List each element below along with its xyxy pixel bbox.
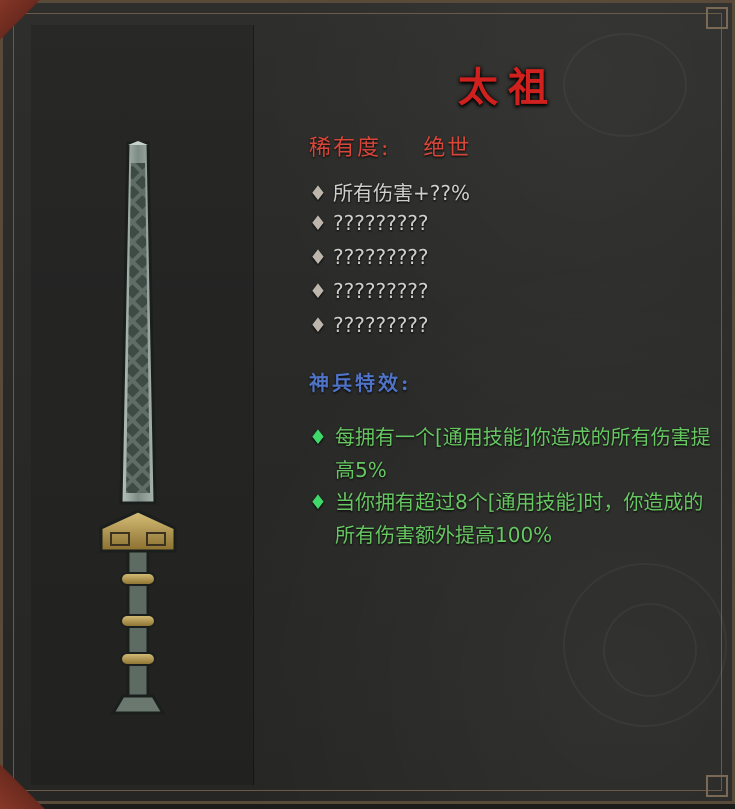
rarity-label: 稀有度:: [309, 136, 391, 161]
item-name: 太祖: [458, 64, 558, 111]
corner-ornament: [706, 7, 728, 29]
diamond-icon: ♦: [309, 425, 327, 449]
stat-line: ♦ 所有伤害+??%: [309, 177, 470, 206]
stat-text: ?????????: [333, 245, 429, 269]
rarity-row: 稀有度: 绝世: [309, 130, 471, 162]
rarity-value: 绝世: [423, 136, 472, 161]
stat-line: ♦?????????: [309, 313, 429, 337]
diamond-icon: ♦: [309, 313, 327, 337]
diamond-icon: ♦: [309, 181, 327, 205]
stat-line: ♦?????????: [309, 211, 429, 235]
corner-ornament: [706, 775, 728, 797]
diamond-icon: ♦: [309, 279, 327, 303]
item-detail-panel: 太祖 稀有度: 绝世 ♦ 所有伤害+??% ♦????????? ♦???????…: [0, 0, 735, 809]
cloud-pattern: [563, 33, 687, 137]
diamond-icon: ♦: [309, 490, 327, 514]
stat-text: 所有伤害+??%: [333, 181, 470, 205]
cloud-pattern: [603, 603, 697, 697]
stat-text: ?????????: [333, 279, 429, 303]
stat-line: ♦?????????: [309, 279, 429, 303]
sword-image: [99, 141, 177, 715]
stat-line: ♦?????????: [309, 245, 429, 269]
effects-title: 神兵特效:: [309, 371, 412, 395]
stat-text: ?????????: [333, 211, 429, 235]
effect-text: 当你拥有超过8个[通用技能]时，你造成的所有伤害额外提高100%: [335, 490, 704, 547]
effect-line: ♦ 每拥有一个[通用技能]你造成的所有伤害提高5%: [309, 421, 714, 487]
stat-text: ?????????: [333, 313, 429, 337]
effect-line: ♦ 当你拥有超过8个[通用技能]时，你造成的所有伤害额外提高100%: [309, 486, 714, 552]
diamond-icon: ♦: [309, 211, 327, 235]
diamond-icon: ♦: [309, 245, 327, 269]
effect-text: 每拥有一个[通用技能]你造成的所有伤害提高5%: [335, 425, 711, 482]
